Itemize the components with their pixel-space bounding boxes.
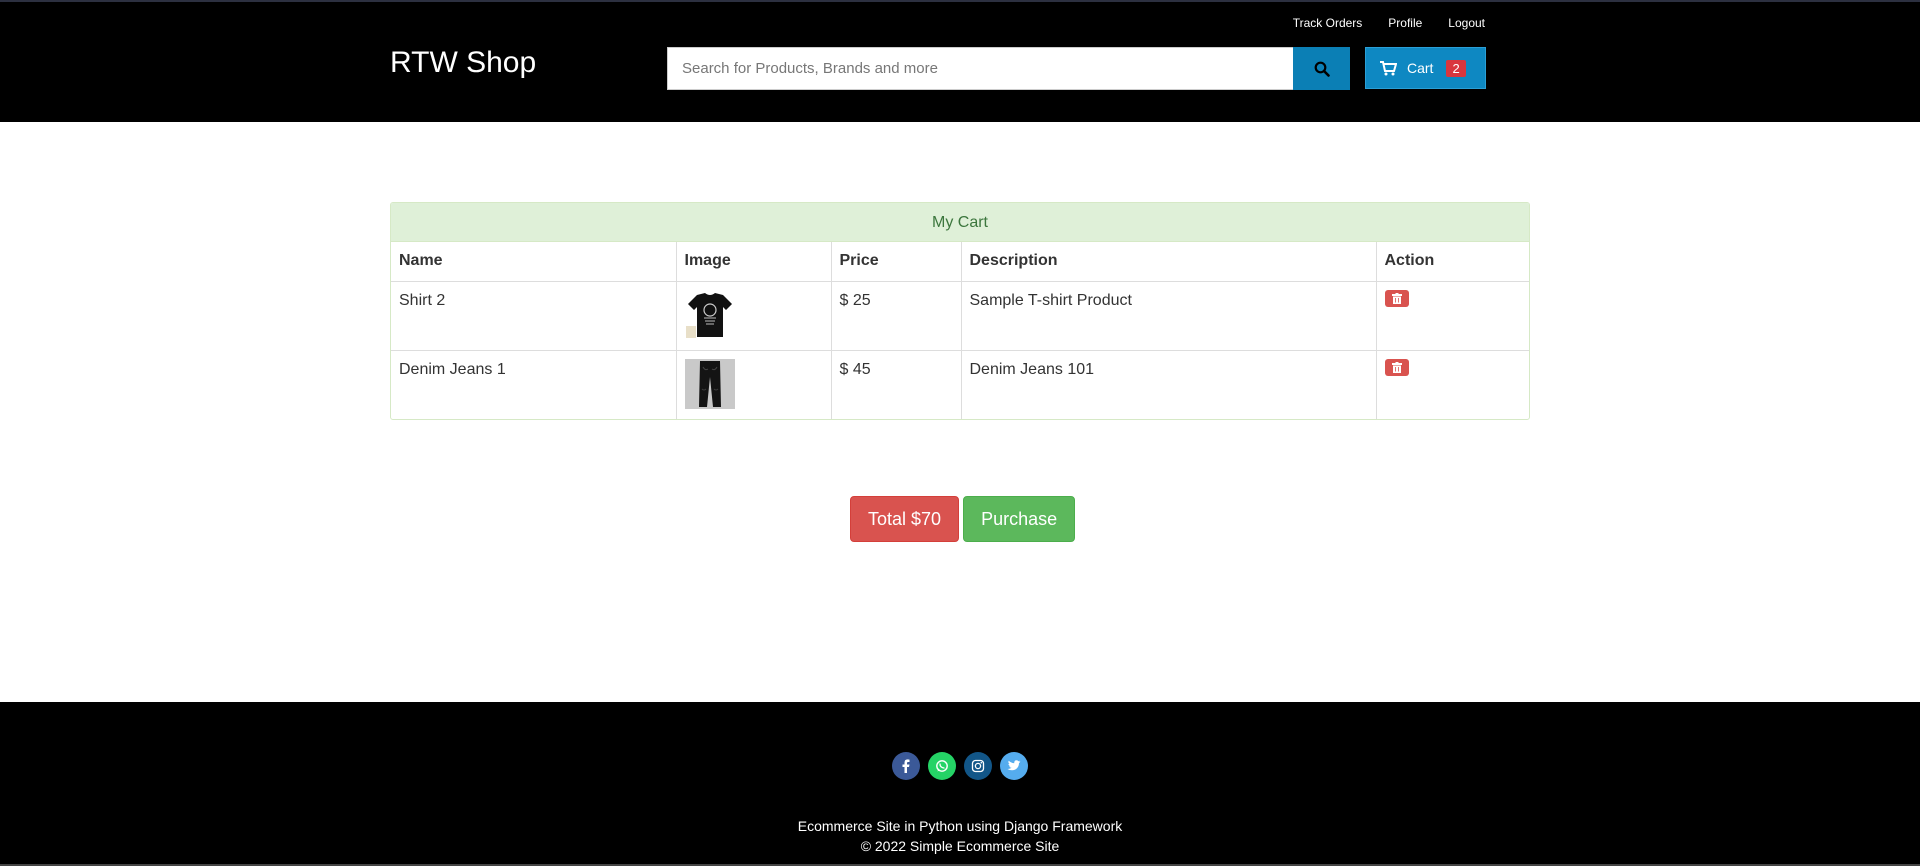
item-action-cell (1376, 281, 1529, 351)
footer-text: Ecommerce Site in Python using Django Fr… (0, 816, 1920, 856)
trash-icon (1391, 361, 1402, 373)
track-orders-link[interactable]: Track Orders (1293, 16, 1363, 30)
cart-button[interactable]: Cart 2 (1365, 47, 1486, 89)
item-description: Denim Jeans 101 (961, 350, 1377, 419)
item-name: Denim Jeans 1 (391, 350, 677, 419)
facebook-link[interactable] (892, 752, 920, 780)
jeans-image[interactable] (684, 358, 735, 409)
remove-item-button[interactable] (1384, 358, 1409, 376)
brand-logo[interactable]: RTW Shop (390, 46, 536, 80)
cart-count-badge: 2 (1446, 59, 1466, 77)
whatsapp-link[interactable] (928, 752, 956, 780)
social-links (892, 752, 1028, 780)
shopping-cart-icon (1380, 60, 1397, 75)
instagram-link[interactable] (964, 752, 992, 780)
cart-panel: My Cart Name Image Price Description Act… (390, 202, 1530, 420)
footer-tagline: Ecommerce Site in Python using Django Fr… (797, 818, 1123, 834)
search-icon (1314, 61, 1330, 77)
column-header-price: Price (831, 242, 962, 282)
search-bar (667, 47, 1350, 90)
cart-actions: Total $70 Purchase (850, 496, 1076, 542)
cart-label: Cart (1407, 60, 1434, 76)
site-header: Track Orders Profile Logout RTW Shop Car… (0, 0, 1920, 122)
column-header-description: Description (961, 242, 1377, 282)
profile-link[interactable]: Profile (1388, 16, 1422, 30)
item-name: Shirt 2 (391, 281, 677, 351)
logout-link[interactable]: Logout (1448, 16, 1485, 30)
purchase-button[interactable]: Purchase (963, 496, 1076, 542)
trash-icon (1391, 292, 1402, 304)
whatsapp-icon (936, 760, 948, 772)
table-row: Denim Jeans 1 $ 45 Denim Jeans 101 (391, 350, 1529, 419)
top-nav: Track Orders Profile Logout (1293, 16, 1485, 30)
search-button[interactable] (1293, 47, 1350, 90)
item-image-cell (676, 281, 832, 351)
search-input[interactable] (667, 47, 1293, 90)
facebook-icon (902, 759, 910, 773)
tshirt-image[interactable] (684, 289, 735, 340)
site-footer: Ecommerce Site in Python using Django Fr… (0, 702, 1920, 866)
table-row: Shirt 2 $ 25 Sample T-shirt Product (391, 281, 1529, 351)
twitter-icon (1007, 760, 1021, 771)
remove-item-button[interactable] (1384, 289, 1409, 307)
footer-copyright: © 2022 Simple Ecommerce Site (860, 838, 1060, 854)
cart-panel-title: My Cart (391, 203, 1529, 242)
item-action-cell (1376, 350, 1529, 419)
total-button[interactable]: Total $70 (850, 496, 960, 542)
item-price: $ 25 (831, 281, 962, 351)
column-header-image: Image (676, 242, 832, 282)
table-header-row: Name Image Price Description Action (391, 242, 1529, 282)
column-header-name: Name (391, 242, 677, 282)
cart-table: Name Image Price Description Action Shir… (391, 242, 1529, 419)
item-image-cell (676, 350, 832, 419)
item-description: Sample T-shirt Product (961, 281, 1377, 351)
column-header-action: Action (1376, 242, 1529, 282)
twitter-link[interactable] (1000, 752, 1028, 780)
item-price: $ 45 (831, 350, 962, 419)
instagram-icon (971, 759, 985, 773)
